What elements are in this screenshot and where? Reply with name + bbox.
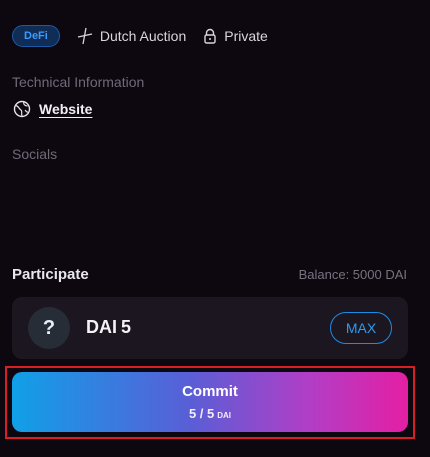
lock-icon	[204, 28, 216, 44]
socials-heading: Socials	[12, 146, 58, 162]
commit-progress-unit: DAI	[217, 411, 232, 420]
project-tags: DeFi Dutch Auction Private	[12, 24, 268, 48]
participate-title: Participate	[12, 266, 89, 283]
commit-progress-text: 5 / 5	[188, 406, 215, 421]
balance-label: Balance: 5000 DAI	[298, 267, 407, 282]
token-symbol: DAI	[86, 317, 117, 337]
website-row: Website	[13, 100, 92, 118]
website-link[interactable]: Website	[39, 101, 92, 117]
technical-info-heading: Technical Information	[12, 74, 145, 90]
dutch-auction-icon	[77, 27, 92, 45]
auction-type-label: Dutch Auction	[99, 28, 187, 44]
category-badge: DeFi	[12, 25, 60, 47]
commit-progress: 5 / 5 DAI	[189, 406, 231, 421]
globe-icon	[13, 100, 31, 118]
max-button[interactable]: MAX	[330, 312, 392, 344]
visibility-tag: Private	[202, 28, 268, 44]
commit-label: Commit	[182, 383, 238, 400]
token-amount-input[interactable]: 5	[121, 317, 131, 338]
commit-button[interactable]: Commit 5 / 5 DAI	[12, 372, 408, 432]
visibility-label: Private	[224, 28, 268, 44]
token-amount-card: ? DAI 5 MAX	[12, 297, 408, 359]
auction-type-tag: Dutch Auction	[76, 27, 186, 45]
unknown-token-icon: ?	[28, 307, 70, 349]
